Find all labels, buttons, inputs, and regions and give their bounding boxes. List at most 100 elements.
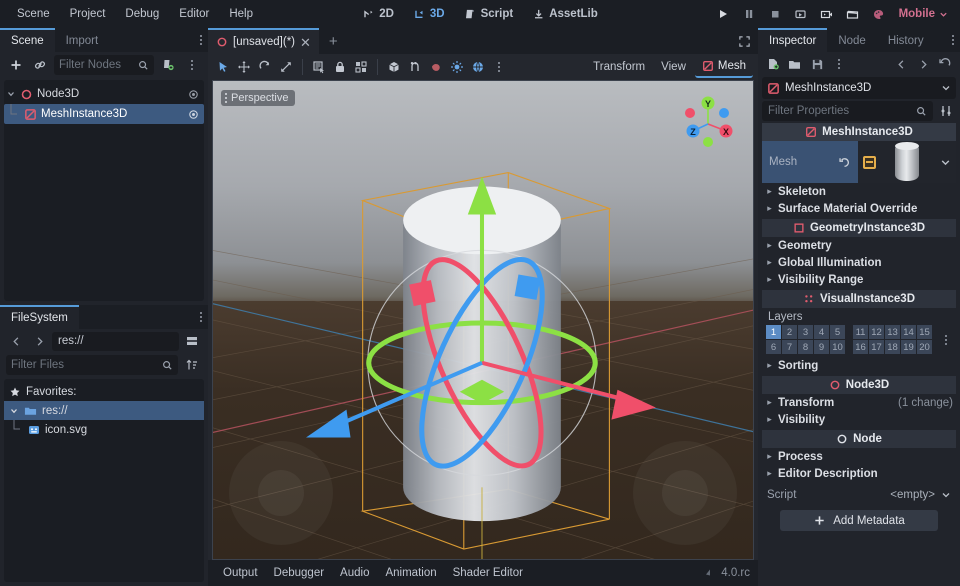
viewport-options-button[interactable] [489, 57, 509, 77]
dock-tab-node[interactable]: Node [827, 28, 877, 52]
property-section-geometry[interactable]: ▸ Geometry [762, 237, 956, 254]
property-row-script[interactable]: Script <empty> [762, 485, 956, 504]
layer-cell-7[interactable]: 7 [782, 340, 797, 354]
perspective-label[interactable]: Perspective [221, 90, 295, 106]
filesystem-back-button[interactable] [6, 331, 26, 351]
bottom-tab-output[interactable]: Output [216, 563, 265, 583]
snap-button[interactable] [405, 57, 425, 77]
layer-cell-6[interactable]: 6 [766, 340, 781, 354]
filesystem-row-favorites[interactable]: Favorites: [4, 382, 204, 401]
play-custom-scene-button[interactable] [841, 3, 865, 25]
viewport-menu-mesh[interactable]: Mesh [695, 56, 753, 78]
layer-cell-19[interactable]: 19 [901, 340, 916, 354]
menu-scene[interactable]: Scene [8, 4, 59, 24]
filesystem-forward-button[interactable] [29, 331, 49, 351]
layer-cell-11[interactable]: 11 [853, 325, 868, 339]
scene-dock-menu-button[interactable] [194, 28, 208, 52]
add-node-button[interactable] [6, 55, 26, 75]
inspector-back-button[interactable] [891, 54, 911, 74]
dock-tab-history[interactable]: History [877, 28, 935, 52]
tree-row-meshinstance3d[interactable]: MeshInstance3D [4, 104, 204, 124]
layers-menu-button[interactable] [936, 330, 956, 350]
inspector-load-button[interactable] [785, 54, 805, 74]
filesystem-row-icon-svg[interactable]: icon.svg [4, 420, 204, 439]
menu-help[interactable]: Help [220, 4, 262, 24]
layer-cell-3[interactable]: 3 [798, 325, 813, 339]
scene-filter-input[interactable]: Filter Nodes [54, 55, 154, 75]
property-section-surface-material-override[interactable]: ▸ Surface Material Override [762, 200, 956, 217]
dock-tab-filesystem[interactable]: FileSystem [0, 305, 79, 329]
menu-editor[interactable]: Editor [170, 4, 218, 24]
property-section-skeleton[interactable]: ▸ Skeleton [762, 183, 956, 200]
close-icon[interactable]: ✕ [300, 36, 311, 49]
viewport-menu-transform[interactable]: Transform [586, 57, 652, 77]
layer-cell-16[interactable]: 16 [853, 340, 868, 354]
chevron-down-icon[interactable] [6, 89, 16, 99]
instantiate-scene-button[interactable] [30, 55, 50, 75]
scene-tab-unsaved[interactable]: [unsaved](*) ✕ [208, 28, 319, 54]
virtual-joystick-left[interactable] [229, 441, 333, 545]
viewport-menu-view[interactable]: View [654, 57, 693, 77]
3d-viewport[interactable]: Perspective Y X Z [212, 80, 754, 560]
layer-cell-14[interactable]: 14 [901, 325, 916, 339]
property-section-visibility[interactable]: ▸ Visibility [762, 411, 956, 428]
tree-row-node3d[interactable]: Node3D [4, 84, 204, 104]
layer-cell-20[interactable]: 20 [917, 340, 932, 354]
movie-writer-button[interactable] [815, 3, 839, 25]
tab-assetlib[interactable]: AssetLib [524, 4, 606, 25]
layer-cell-10[interactable]: 10 [830, 340, 845, 354]
scale-mode-button[interactable] [276, 57, 296, 77]
chevron-down-icon[interactable] [9, 406, 19, 416]
distraction-free-button[interactable] [738, 28, 758, 54]
property-section-global-illumination[interactable]: ▸ Global Illumination [762, 254, 956, 271]
filesystem-tree[interactable]: Favorites: res:// icon.svg [4, 379, 204, 582]
play-scene-button[interactable] [789, 3, 813, 25]
rotate-mode-button[interactable] [255, 57, 275, 77]
inspector-object-selector[interactable]: MeshInstance3D [762, 77, 956, 99]
dock-tab-scene[interactable]: Scene [0, 28, 55, 52]
chevron-down-icon[interactable] [941, 83, 951, 93]
inspector-new-resource-button[interactable] [763, 54, 783, 74]
layer-cell-15[interactable]: 15 [917, 325, 932, 339]
bottom-tab-debugger[interactable]: Debugger [267, 563, 332, 583]
bottom-tab-animation[interactable]: Animation [378, 563, 443, 583]
tab-2d[interactable]: 2D [354, 4, 402, 25]
theme-button[interactable] [867, 3, 891, 25]
axis-gizmo[interactable]: Y X Z [677, 93, 739, 155]
inspector-filter-input[interactable]: Filter Properties [762, 101, 933, 121]
filesystem-row-res[interactable]: res:// [4, 401, 204, 420]
filesystem-filter-input[interactable]: Filter Files [6, 355, 178, 375]
pause-button[interactable] [737, 3, 761, 25]
inspector-dock-menu-button[interactable] [946, 28, 960, 52]
layers-grid[interactable]: 1 2 3 4 5 6 7 8 9 10 [762, 325, 956, 357]
scene-tree[interactable]: Node3D MeshInstance3D [4, 80, 204, 301]
renderer-selector[interactable]: Mobile [893, 5, 954, 23]
layer-cell-9[interactable]: 9 [814, 340, 829, 354]
inspector-history-button[interactable] [935, 54, 955, 74]
property-row-mesh[interactable]: Mesh [762, 141, 956, 183]
attach-script-button[interactable] [158, 55, 178, 75]
sun-preview-button[interactable] [447, 57, 467, 77]
revert-icon[interactable] [838, 156, 851, 169]
environment-preview-button[interactable] [468, 57, 488, 77]
visibility-toggle-icon[interactable] [187, 88, 200, 101]
property-section-process[interactable]: ▸ Process [762, 448, 956, 465]
scene-tree-menu-button[interactable] [182, 55, 202, 75]
lock-button[interactable] [330, 57, 350, 77]
layer-cell-17[interactable]: 17 [869, 340, 884, 354]
add-metadata-button[interactable]: Add Metadata [780, 510, 938, 531]
layer-cell-4[interactable]: 4 [814, 325, 829, 339]
dock-tab-import[interactable]: Import [55, 28, 110, 52]
inspector-forward-button[interactable] [913, 54, 933, 74]
property-section-editor-description[interactable]: ▸ Editor Description [762, 465, 956, 482]
layer-cell-1[interactable]: 1 [766, 325, 781, 339]
filesystem-split-mode-button[interactable] [182, 331, 202, 351]
menu-debug[interactable]: Debug [116, 4, 168, 24]
layer-cell-2[interactable]: 2 [782, 325, 797, 339]
layer-cell-12[interactable]: 12 [869, 325, 884, 339]
play-button[interactable] [711, 3, 735, 25]
filesystem-path-value[interactable]: res:// [52, 332, 179, 351]
select-mode-button[interactable] [213, 57, 233, 77]
menu-project[interactable]: Project [61, 4, 115, 24]
inspector-save-button[interactable] [807, 54, 827, 74]
